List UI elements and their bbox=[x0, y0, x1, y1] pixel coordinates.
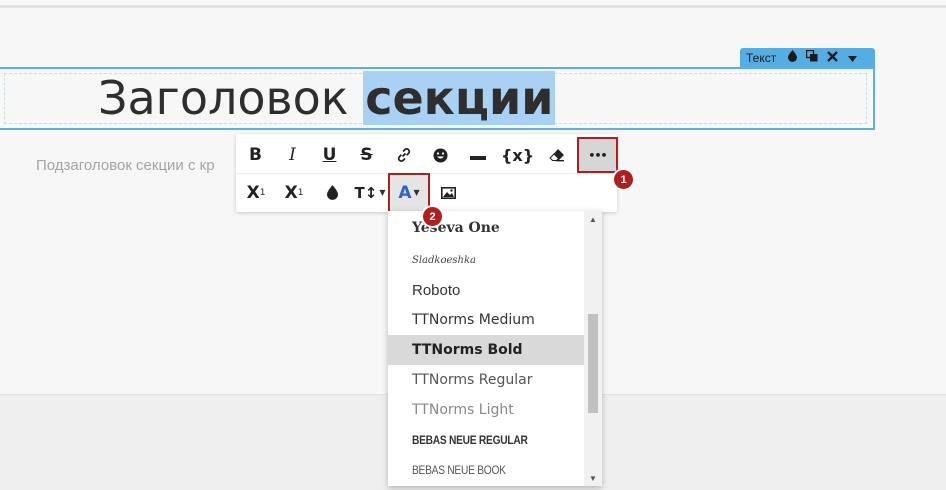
close-icon[interactable] bbox=[822, 50, 842, 65]
font-option-label: TTNorms Regular bbox=[412, 372, 533, 388]
link-icon bbox=[397, 148, 410, 162]
variable-button[interactable]: {x} bbox=[496, 137, 539, 173]
superscript-button[interactable]: X1 bbox=[275, 175, 313, 211]
callout-badge-2: 2 bbox=[423, 207, 442, 226]
font-option-label: Bebas Neue Book bbox=[412, 463, 506, 477]
underline-label: U bbox=[322, 145, 337, 165]
caret-down-icon[interactable] bbox=[842, 51, 862, 65]
section-heading[interactable]: Заголовок секции bbox=[98, 70, 556, 126]
strikethrough-button[interactable]: S bbox=[348, 137, 385, 173]
superscript-label: X bbox=[284, 182, 298, 203]
font-option-label: TTNorms Medium bbox=[412, 312, 535, 328]
toolbar-row-1: B I U S {x} ••• bbox=[236, 136, 618, 174]
font-option-ttnorms-light[interactable]: TTNorms Light bbox=[388, 395, 586, 425]
subscript-button[interactable]: X1 bbox=[237, 175, 275, 211]
scroll-up-icon[interactable]: ▲ bbox=[584, 211, 602, 227]
dropdown-scrollbar[interactable]: ▲ ▼ bbox=[584, 211, 602, 486]
clear-format-button[interactable] bbox=[539, 137, 576, 173]
font-list: Yeseva One Sladkoeshka Roboto TTNorms Me… bbox=[388, 211, 586, 485]
font-family-dropdown: Yeseva One Sladkoeshka Roboto TTNorms Me… bbox=[388, 211, 602, 486]
eraser-icon bbox=[549, 149, 565, 162]
superscript-mark: 1 bbox=[297, 187, 304, 198]
image-icon bbox=[440, 186, 456, 199]
font-option-ttnorms-bold[interactable]: TTNorms Bold bbox=[388, 335, 586, 365]
heading-selected-text: секции bbox=[363, 71, 556, 125]
scrollbar-thumb[interactable] bbox=[588, 314, 598, 413]
chevron-down-icon: ▼ bbox=[413, 188, 420, 197]
emoji-button[interactable] bbox=[422, 137, 459, 173]
more-label: ••• bbox=[588, 148, 607, 162]
chevron-down-icon: ▼ bbox=[379, 188, 386, 197]
bold-label: B bbox=[249, 145, 262, 165]
variable-label: {x} bbox=[500, 145, 535, 165]
horizontal-line-icon bbox=[469, 156, 486, 160]
font-family-button[interactable]: A ▼ bbox=[388, 172, 430, 213]
italic-label: I bbox=[289, 145, 296, 165]
drop-icon bbox=[326, 185, 338, 200]
font-option-bebas-regular[interactable]: Bebas Neue Regular bbox=[388, 425, 586, 455]
toolbar-row-2: X1 X1 T↕ ▼ A ▼ bbox=[236, 172, 617, 213]
font-option-label: Roboto bbox=[412, 281, 461, 299]
font-option-label: TTNorms Light bbox=[412, 402, 514, 418]
font-size-label: T↕ bbox=[354, 183, 378, 202]
italic-button[interactable]: I bbox=[274, 137, 311, 173]
callout-badge-1: 1 bbox=[614, 170, 633, 189]
font-option-yeseva[interactable]: Yeseva One bbox=[388, 211, 586, 245]
heading-text: Заголовок bbox=[98, 71, 364, 125]
font-option-label: Sladkoeshka bbox=[412, 254, 477, 266]
font-option-sladkoeshka[interactable]: Sladkoeshka bbox=[388, 245, 586, 275]
font-option-label: Bebas Neue Regular bbox=[412, 433, 528, 447]
font-option-ttnorms-regular[interactable]: TTNorms Regular bbox=[388, 365, 586, 395]
font-family-label: A bbox=[398, 182, 412, 203]
font-option-label: TTNorms Bold bbox=[412, 342, 523, 358]
scroll-down-icon[interactable]: ▼ bbox=[584, 470, 602, 486]
bold-button[interactable]: B bbox=[237, 137, 274, 173]
insert-image-button[interactable] bbox=[429, 175, 467, 211]
subscript-label: X bbox=[246, 182, 260, 203]
strike-label: S bbox=[360, 145, 373, 165]
smile-icon bbox=[433, 148, 448, 162]
font-option-bebas-book[interactable]: Bebas Neue Book bbox=[388, 455, 586, 485]
subscript-mark: 1 bbox=[259, 187, 266, 198]
font-option-ttnorms-medium[interactable]: TTNorms Medium bbox=[388, 305, 586, 335]
more-options-button[interactable]: ••• bbox=[576, 137, 618, 173]
font-size-button[interactable]: T↕ ▼ bbox=[351, 175, 389, 211]
underline-button[interactable]: U bbox=[311, 137, 348, 173]
horizontal-line-button[interactable] bbox=[459, 137, 496, 173]
formatting-toolbar: B I U S {x} ••• X1 X1 T↕ ▼ A ▼ bbox=[236, 134, 618, 213]
duplicate-icon[interactable] bbox=[802, 49, 822, 65]
block-type-label: Текст bbox=[746, 50, 777, 65]
section-subheading[interactable]: Подзаголовок секции с кр bbox=[36, 157, 215, 174]
font-option-roboto[interactable]: Roboto bbox=[388, 275, 586, 305]
text-color-button[interactable] bbox=[313, 175, 351, 211]
link-button[interactable] bbox=[385, 137, 422, 173]
drop-icon[interactable] bbox=[782, 50, 802, 65]
text-block-toolbar: Текст bbox=[740, 48, 875, 67]
